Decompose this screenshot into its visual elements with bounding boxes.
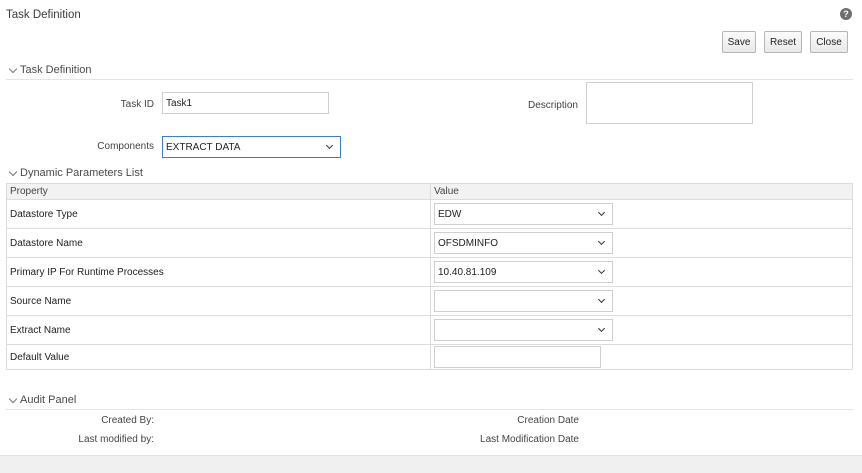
caret-down-icon xyxy=(597,266,606,275)
parameters-grid: Property Value Datastore Type EDW Datast… xyxy=(6,183,853,370)
primary-ip-select[interactable]: 10.40.81.109 xyxy=(434,261,613,283)
reset-button[interactable]: Reset xyxy=(764,31,802,53)
components-label: Components xyxy=(97,141,154,152)
help-icon[interactable]: ? xyxy=(840,8,852,20)
table-row: Source Name xyxy=(7,287,852,316)
select-value: EDW xyxy=(438,208,462,220)
value-cell: OFSDMINFO xyxy=(431,229,852,257)
value-cell xyxy=(431,345,852,369)
datastore-type-select[interactable]: EDW xyxy=(434,203,613,225)
property-cell: Source Name xyxy=(7,287,431,315)
property-cell: Default Value xyxy=(7,345,431,369)
close-button[interactable]: Close xyxy=(810,31,848,53)
extract-name-select[interactable] xyxy=(434,319,613,341)
dynamic-parameters-section-header[interactable]: Dynamic Parameters List xyxy=(6,167,853,183)
property-cell: Datastore Name xyxy=(7,229,431,257)
description-label: Description xyxy=(527,100,578,111)
chevron-down-icon xyxy=(8,167,18,177)
footer-bar xyxy=(0,455,862,473)
caret-down-icon xyxy=(597,237,606,246)
page-title: Task Definition xyxy=(6,9,81,21)
table-row: Extract Name xyxy=(7,316,852,345)
value-cell: 10.40.81.109 xyxy=(431,258,852,286)
select-value: 10.40.81.109 xyxy=(438,266,497,278)
table-row: Datastore Name OFSDMINFO xyxy=(7,229,852,258)
table-row: Primary IP For Runtime Processes 10.40.8… xyxy=(7,258,852,287)
source-name-select[interactable] xyxy=(434,290,613,312)
section-title: Audit Panel xyxy=(20,394,77,406)
property-cell: Extract Name xyxy=(7,316,431,344)
created-by-label: Created By: xyxy=(101,415,154,426)
value-cell: EDW xyxy=(431,200,852,228)
description-textarea[interactable] xyxy=(586,82,753,124)
caret-down-icon xyxy=(325,141,334,150)
chevron-down-icon xyxy=(8,394,18,404)
datastore-name-select[interactable]: OFSDMINFO xyxy=(434,232,613,254)
save-button[interactable]: Save xyxy=(722,31,756,53)
default-value-input[interactable] xyxy=(434,346,601,368)
section-title: Dynamic Parameters List xyxy=(20,167,143,179)
caret-down-icon xyxy=(597,208,606,217)
chevron-down-icon xyxy=(8,64,18,74)
select-value: OFSDMINFO xyxy=(438,237,498,249)
components-select[interactable]: EXTRACT DATA xyxy=(162,136,341,158)
table-row: Datastore Type EDW xyxy=(7,200,852,229)
caret-down-icon xyxy=(597,295,606,304)
column-header-value: Value xyxy=(434,186,459,197)
creation-date-label: Creation Date xyxy=(517,415,579,426)
caret-down-icon xyxy=(597,324,606,333)
last-modification-date-label: Last Modification Date xyxy=(480,434,579,445)
task-id-label: Task ID xyxy=(120,99,154,110)
property-cell: Primary IP For Runtime Processes xyxy=(7,258,431,286)
value-cell xyxy=(431,287,852,315)
last-modified-by-label: Last modified by: xyxy=(78,434,154,445)
grid-header: Property Value xyxy=(7,184,852,200)
audit-panel-section-header[interactable]: Audit Panel xyxy=(6,394,853,410)
property-cell: Datastore Type xyxy=(7,200,431,228)
table-row: Default Value xyxy=(7,345,852,370)
components-value: EXTRACT DATA xyxy=(166,141,241,153)
task-id-input[interactable] xyxy=(162,92,329,114)
task-definition-section-header[interactable]: Task Definition xyxy=(6,64,853,80)
column-header-property: Property xyxy=(7,184,431,199)
value-cell xyxy=(431,316,852,344)
section-title: Task Definition xyxy=(20,64,92,76)
